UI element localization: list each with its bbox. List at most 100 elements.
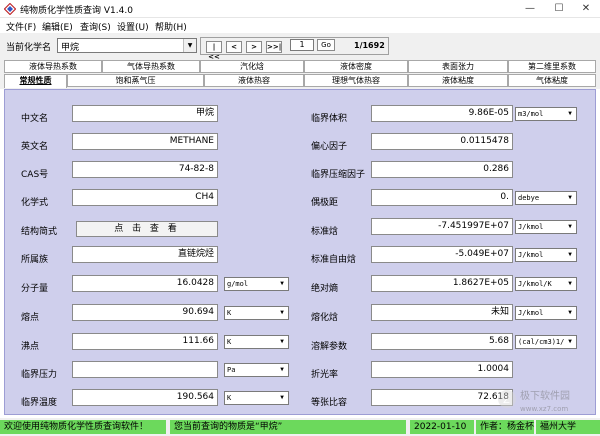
chevron-down-icon[interactable]: ▼ [277, 393, 287, 403]
tab-second-virial-coefficient[interactable]: 第二维里系数 [508, 60, 596, 73]
unit-select-critical-volume[interactable]: m3/mol ▼ [515, 107, 577, 121]
unit-select-fusion-enthalpy[interactable]: J/kmol ▼ [515, 306, 577, 320]
property-tabs: 液体导热系数 气体导热系数 汽化焓 液体密度 表面张力 第二维里系数 常规性质 … [0, 59, 600, 89]
tab-liquid-density[interactable]: 液体密度 [304, 60, 408, 73]
app-logo-icon [4, 3, 16, 15]
menu-edit[interactable]: 编辑(E) [42, 20, 73, 33]
label-absolute-entropy: 绝对熵 [311, 284, 339, 294]
status-welcome: 欢迎使用纯物质化学性质查询软件！ [0, 420, 166, 434]
compound-select[interactable]: 甲烷 ▼ [57, 38, 197, 53]
unit-select-solubility-parameter[interactable]: (cal/cm3)1/ ▼ [515, 335, 577, 349]
title-bar: 纯物质化学性质查询 V1.4.0 — ☐ ✕ [0, 0, 600, 18]
window-title: 纯物质化学性质查询 V1.4.0 [20, 6, 133, 16]
field-molecular-weight[interactable]: 16.0428 [72, 275, 218, 292]
watermark-logo: Z 极下软件园 www.xz7.com [496, 386, 596, 416]
unit-select-molecular-weight[interactable]: g/mol ▼ [224, 277, 289, 291]
status-current-compound: 您当前查询的物质是“甲烷” [170, 420, 406, 434]
chevron-down-icon[interactable]: ▼ [565, 337, 575, 347]
unit-value: g/mol [227, 280, 249, 288]
tab-liquid-thermal-conductivity[interactable]: 液体导热系数 [4, 60, 102, 73]
tab-gas-thermal-conductivity[interactable]: 气体导热系数 [102, 60, 200, 73]
field-standard-free-energy[interactable]: -5.049E+07 [371, 246, 513, 263]
last-record-button[interactable]: >>| [266, 41, 282, 53]
watermark-icon: Z 极下软件园 www.xz7.com [498, 389, 570, 413]
label-critical-compressibility: 临界压缩因子 [311, 170, 366, 180]
field-cas-number[interactable]: 74-82-8 [72, 161, 218, 178]
menu-file[interactable]: 文件(F) [6, 20, 36, 33]
first-record-button[interactable]: |<< [206, 41, 222, 61]
field-family[interactable]: 直链烷烃 [72, 246, 218, 263]
unit-select-critical-pressure[interactable]: Pa ▼ [224, 363, 289, 377]
field-fusion-enthalpy[interactable]: 未知 [371, 304, 513, 321]
field-parachor[interactable]: 72.618 [371, 389, 513, 406]
go-button[interactable]: Go [317, 39, 335, 51]
tab-general-properties[interactable]: 常规性质 [4, 74, 67, 88]
compound-label: 当前化学名 [6, 43, 52, 53]
status-bar: 欢迎使用纯物质化学性质查询软件！ 您当前查询的物质是“甲烷” 2022-01-1… [0, 418, 600, 436]
label-critical-temperature: 临界温度 [21, 398, 58, 408]
page-number-input[interactable]: 1 [290, 39, 314, 51]
unit-select-melting-point[interactable]: K ▼ [224, 306, 289, 320]
menu-settings[interactable]: 设置(U) [117, 20, 149, 33]
chevron-down-icon[interactable]: ▼ [565, 109, 575, 119]
toolbar: 当前化学名 甲烷 ▼ |<< < > >>| 1 Go 1/1692 [0, 33, 600, 61]
status-date: 2022-01-10 [410, 420, 474, 434]
label-boiling-point: 沸点 [21, 342, 40, 352]
chevron-down-icon[interactable]: ▼ [565, 279, 575, 289]
unit-value: m3/mol [518, 110, 544, 118]
chevron-down-icon[interactable]: ▼ [277, 337, 287, 347]
unit-value: K [227, 309, 232, 317]
next-record-button[interactable]: > [246, 41, 262, 53]
unit-value: J/kmol [518, 251, 544, 259]
field-solubility-parameter[interactable]: 5.68 [371, 333, 513, 350]
tab-liquid-heat-capacity[interactable]: 液体热容 [204, 74, 304, 87]
svg-text:Z: Z [503, 395, 510, 406]
field-critical-pressure[interactable] [72, 361, 218, 378]
chevron-down-icon[interactable]: ▼ [277, 365, 287, 375]
prev-record-button[interactable]: < [226, 41, 242, 53]
minimize-button[interactable]: — [516, 0, 544, 18]
unit-select-absolute-entropy[interactable]: J/kmol/K ▼ [515, 277, 577, 291]
chevron-down-icon[interactable]: ▼ [565, 250, 575, 260]
menu-help[interactable]: 帮助(H) [155, 20, 187, 33]
tab-surface-tension[interactable]: 表面张力 [408, 60, 508, 73]
label-chinese-name: 中文名 [21, 114, 49, 124]
tab-liquid-viscosity[interactable]: 液体粘度 [408, 74, 508, 87]
unit-select-standard-enthalpy[interactable]: J/kmol ▼ [515, 220, 577, 234]
field-chinese-name[interactable]: 甲烷 [72, 105, 218, 122]
chevron-down-icon[interactable]: ▼ [565, 222, 575, 232]
maximize-button[interactable]: ☐ [545, 0, 573, 18]
field-refractive-index[interactable]: 1.0004 [371, 361, 513, 378]
field-acentric-factor[interactable]: 0.0115478 [371, 133, 513, 150]
menu-query[interactable]: 查询(S) [80, 20, 111, 33]
field-critical-volume[interactable]: 9.86E-05 [371, 105, 513, 122]
tab-ideal-gas-heat-capacity[interactable]: 理想气体热容 [304, 74, 408, 87]
unit-select-standard-free-energy[interactable]: J/kmol ▼ [515, 248, 577, 262]
chevron-down-icon[interactable]: ▼ [277, 279, 287, 289]
tab-vaporization-enthalpy[interactable]: 汽化焓 [200, 60, 304, 73]
close-button[interactable]: ✕ [572, 0, 600, 18]
view-structure-button[interactable]: 点 击 查 看 [76, 221, 218, 237]
label-acentric-factor: 偏心因子 [311, 142, 348, 152]
field-critical-temperature[interactable]: 190.564 [72, 389, 218, 406]
chevron-down-icon[interactable]: ▼ [565, 193, 575, 203]
unit-select-critical-temperature[interactable]: K ▼ [224, 391, 289, 405]
field-melting-point[interactable]: 90.694 [72, 304, 218, 321]
field-formula[interactable]: CH4 [72, 189, 218, 206]
field-english-name[interactable]: METHANE [72, 133, 218, 150]
field-absolute-entropy[interactable]: 1.8627E+05 [371, 275, 513, 292]
field-critical-compressibility[interactable]: 0.286 [371, 161, 513, 178]
field-boiling-point[interactable]: 111.66 [72, 333, 218, 350]
chevron-down-icon[interactable]: ▼ [183, 39, 196, 52]
unit-select-boiling-point[interactable]: K ▼ [224, 335, 289, 349]
field-standard-enthalpy[interactable]: -7.451997E+07 [371, 218, 513, 235]
unit-select-dipole-moment[interactable]: debye ▼ [515, 191, 577, 205]
status-organization: 福州大学 [536, 420, 600, 434]
tab-gas-viscosity[interactable]: 气体粘度 [508, 74, 596, 87]
chevron-down-icon[interactable]: ▼ [277, 308, 287, 318]
tab-saturated-vapor-pressure[interactable]: 饱和蒸气压 [67, 74, 204, 87]
chevron-down-icon[interactable]: ▼ [565, 308, 575, 318]
label-formula: 化学式 [21, 198, 49, 208]
field-dipole-moment[interactable]: 0. [371, 189, 513, 206]
unit-value: K [227, 338, 232, 346]
